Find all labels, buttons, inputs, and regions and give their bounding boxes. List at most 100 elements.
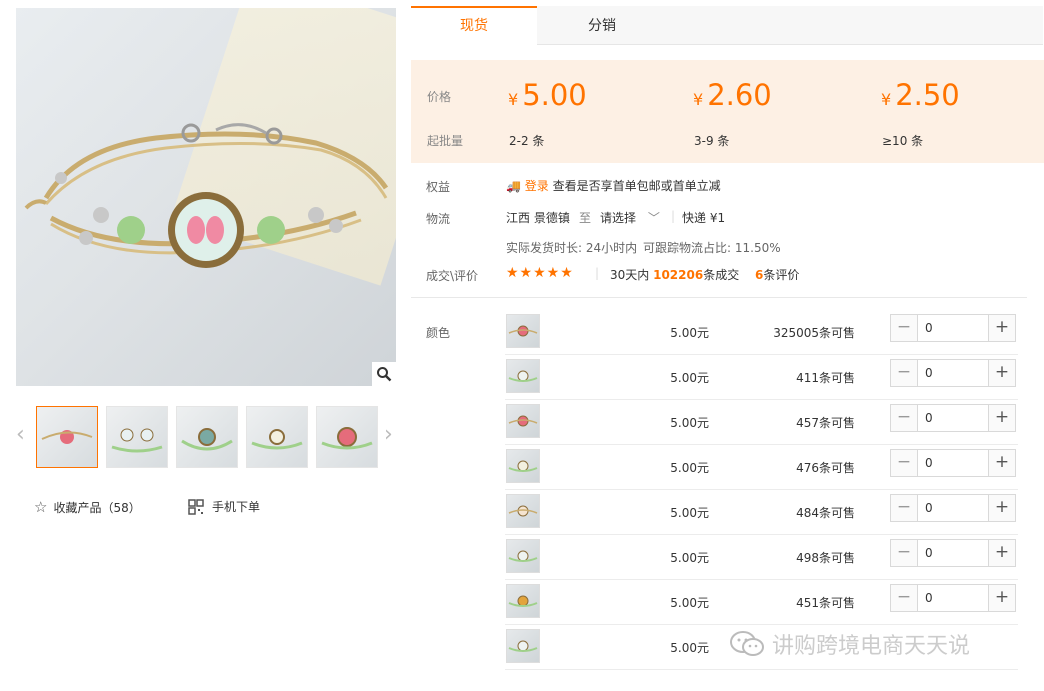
sku-thumbnail[interactable] (506, 494, 540, 528)
minus-icon[interactable]: − (891, 495, 918, 521)
price-tier-2: ¥2.60 (693, 78, 772, 112)
quantity-stepper: − 0 + (890, 584, 1016, 612)
quantity-stepper: − 0 + (890, 449, 1016, 477)
rating-stars-icon: ★★★★★ (506, 265, 574, 281)
divider-line (411, 297, 1027, 298)
plus-icon[interactable]: + (988, 405, 1015, 431)
sku-thumbnail[interactable] (506, 539, 540, 573)
thumbnail-strip: ‹ › (16, 404, 396, 468)
thumbnail-4[interactable] (246, 406, 308, 468)
favorite-button[interactable]: ☆ 收藏产品（58） (34, 498, 141, 516)
offer-tabs: 现货 分销 (411, 6, 1043, 45)
plus-icon[interactable]: + (988, 585, 1015, 611)
sku-price: 5.00元 (670, 551, 709, 565)
sku-thumbnail[interactable] (506, 629, 540, 663)
price-tier-3: ¥2.50 (881, 78, 960, 112)
moq-label: 起批量 (427, 134, 464, 148)
quantity-stepper: − 0 + (890, 539, 1016, 567)
thumbnail-2[interactable] (106, 406, 168, 468)
zoom-icon[interactable] (372, 362, 396, 386)
qrcode-icon (188, 498, 204, 515)
minus-icon[interactable]: − (891, 360, 918, 386)
sku-price: 5.00元 (670, 641, 709, 655)
quantity-input[interactable]: 0 (925, 546, 933, 560)
qty-tier-2: 3-9 条 (694, 134, 730, 148)
minus-icon[interactable]: − (891, 450, 918, 476)
plus-icon[interactable]: + (988, 360, 1015, 386)
sku-row: 5.00元 476条可售 − 0 + (505, 445, 1018, 490)
deals-summary[interactable]: 30天内 102206条成交 (610, 266, 739, 283)
quantity-input[interactable]: 0 (925, 321, 933, 335)
divider: | (595, 266, 600, 280)
price-tier-1: ¥5.00 (508, 78, 587, 112)
sku-row: 5.00元 457条可售 − 0 + (505, 400, 1018, 445)
plus-icon[interactable]: + (988, 495, 1015, 521)
quantity-input[interactable]: 0 (925, 411, 933, 425)
quantity-input[interactable]: 0 (925, 591, 933, 605)
star-outline-icon: ☆ (34, 498, 48, 516)
plus-icon[interactable]: + (988, 315, 1015, 341)
chevron-down-icon: ﹀ (647, 211, 660, 225)
sku-row: 5.00元 325005条可售 − 0 + (505, 310, 1018, 355)
sku-thumbnail[interactable] (506, 314, 540, 348)
quantity-input[interactable]: 0 (925, 366, 933, 380)
wechat-icon (730, 631, 764, 656)
sku-stock: 476条可售 (796, 461, 855, 475)
minus-icon[interactable]: − (891, 405, 918, 431)
quantity-input[interactable]: 0 (925, 456, 933, 470)
quantity-stepper: − 0 + (890, 494, 1016, 522)
sku-thumbnail[interactable] (506, 449, 540, 483)
sku-price: 5.00元 (670, 326, 709, 340)
sku-thumbnail[interactable] (506, 404, 540, 438)
sku-price: 5.00元 (670, 461, 709, 475)
sku-stock: 484条可售 (796, 506, 855, 520)
price-panel: 价格 起批量 ¥5.00 ¥2.60 ¥2.50 2-2 条 3-9 条 ≥10… (411, 60, 1044, 163)
plus-icon[interactable]: + (988, 450, 1015, 476)
thumbnail-5[interactable] (316, 406, 378, 468)
sku-row: 5.00元 498条可售 − 0 + (505, 535, 1018, 580)
main-product-image[interactable] (16, 8, 396, 386)
color-label: 颜色 (426, 326, 451, 340)
sku-price: 5.00元 (670, 371, 709, 385)
destination-select[interactable]: 请选择 ﹀ (600, 209, 660, 226)
qty-tier-3: ≥10 条 (882, 134, 924, 148)
sku-stock: 457条可售 (796, 416, 855, 430)
benefits-text: 查看是否享首单包邮或首单立减 (552, 179, 721, 193)
chevron-left-icon[interactable]: ‹ (16, 424, 25, 446)
logistics-label: 物流 (426, 212, 451, 226)
sku-thumbnail[interactable] (506, 584, 540, 618)
thumbnail-1[interactable] (36, 406, 98, 468)
minus-icon[interactable]: − (891, 315, 918, 341)
sku-stock: 451条可售 (796, 596, 855, 610)
mobile-order-button[interactable]: 手机下单 (188, 498, 260, 515)
quantity-stepper: − 0 + (890, 314, 1016, 342)
login-link[interactable]: 登录 (525, 179, 549, 193)
logistics-to: 至 (579, 211, 592, 225)
sku-price: 5.00元 (670, 596, 709, 610)
mobile-order-label: 手机下单 (212, 500, 261, 514)
sku-stock: 411条可售 (796, 371, 855, 385)
minus-icon[interactable]: − (891, 540, 918, 566)
divider: | (671, 209, 676, 223)
sku-row: 5.00元 484条可售 − 0 + (505, 490, 1018, 535)
plus-icon[interactable]: + (988, 540, 1015, 566)
truck-icon: 🚚 (506, 179, 521, 193)
sku-stock: 498条可售 (796, 551, 855, 565)
tab-spot[interactable]: 现货 (411, 6, 537, 45)
logistics-origin: 江西 景德镇 (506, 211, 570, 225)
chevron-right-icon[interactable]: › (384, 424, 393, 446)
tab-distribution[interactable]: 分销 (539, 6, 665, 44)
sku-thumbnail[interactable] (506, 359, 540, 393)
bracelet-illustration (24, 123, 389, 268)
review-summary[interactable]: 6条评价 (755, 266, 799, 283)
quantity-input[interactable]: 0 (925, 501, 933, 515)
watermark-text: 讲购跨境电商天天说 (772, 634, 971, 659)
traceable-ratio: 可跟踪物流占比: 11.50% (643, 241, 781, 255)
express-fee: 快递 ¥1 (682, 211, 726, 225)
price-label: 价格 (427, 90, 452, 104)
quantity-stepper: − 0 + (890, 404, 1016, 432)
thumbnail-3[interactable] (176, 406, 238, 468)
minus-icon[interactable]: − (891, 585, 918, 611)
favorite-label: 收藏产品（58） (53, 500, 141, 515)
sku-price: 5.00元 (670, 416, 709, 430)
